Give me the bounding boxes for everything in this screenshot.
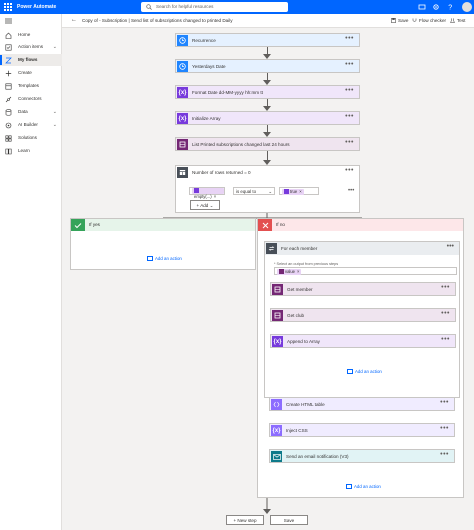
foreach-container: For each member ••• * Select an output f… xyxy=(264,241,460,398)
add-action-button[interactable]: Add an action xyxy=(346,484,381,490)
step-get-club[interactable]: Get club ••• xyxy=(270,308,456,322)
close-icon xyxy=(258,219,272,231)
step-inject-css[interactable]: {x} Inject CSS ••• xyxy=(269,423,455,437)
more-options-icon[interactable]: ••• xyxy=(440,425,449,432)
add-action-button[interactable]: Add an action xyxy=(147,256,182,262)
step-label: Send an email notification (V3) xyxy=(286,454,349,459)
email-icon xyxy=(271,451,282,462)
step-send-email-notification[interactable]: Send an email notification (V3) ••• xyxy=(269,449,455,463)
step-create-html-table[interactable]: Create HTML table ••• xyxy=(269,397,455,411)
step-append-to-array[interactable]: {x} Append to Array ••• xyxy=(270,334,456,348)
foreach-select-label: * Select an output from previous steps xyxy=(274,262,339,266)
loop-icon xyxy=(266,243,277,254)
step-label: Inject CSS xyxy=(286,428,308,433)
if-no-label: If no xyxy=(276,222,285,227)
save-flow-button[interactable]: Save xyxy=(270,515,308,525)
dataverse-icon xyxy=(279,269,284,275)
more-options-icon[interactable]: ••• xyxy=(441,310,450,317)
step-label: Append to Array xyxy=(287,339,320,344)
new-step-button[interactable]: + New step xyxy=(226,515,264,525)
foreach-label: For each member xyxy=(281,246,318,251)
more-options-icon[interactable]: ••• xyxy=(447,243,454,250)
add-action-icon xyxy=(346,484,352,490)
add-action-button[interactable]: Add an action xyxy=(347,369,382,375)
step-label: Get member xyxy=(287,287,313,292)
if-no-header[interactable]: If no xyxy=(258,219,463,231)
chip-text: value xyxy=(285,269,296,274)
if-no-branch: If no For each member ••• * Select an ou… xyxy=(257,218,464,498)
add-action-label: Add an action xyxy=(355,369,382,374)
step-label: Create HTML table xyxy=(286,402,325,407)
add-action-icon xyxy=(147,256,153,262)
check-icon xyxy=(71,219,85,231)
expression-icon: {x} xyxy=(272,336,283,347)
foreach-input[interactable]: value × xyxy=(274,267,457,275)
dataverse-icon xyxy=(272,310,283,321)
step-label: Get club xyxy=(287,313,305,318)
more-options-icon[interactable]: ••• xyxy=(441,284,450,291)
more-options-icon[interactable]: ••• xyxy=(440,399,449,406)
add-action-icon xyxy=(347,369,353,375)
table-icon xyxy=(271,399,282,410)
add-action-label: Add an action xyxy=(155,256,182,261)
if-yes-branch: If yes Add an action xyxy=(70,218,256,270)
more-options-icon[interactable]: ••• xyxy=(441,336,450,343)
expression-icon: {x} xyxy=(271,425,282,436)
if-yes-header[interactable]: If yes xyxy=(71,219,255,231)
step-get-member[interactable]: Get member ••• xyxy=(270,282,456,296)
dataverse-icon xyxy=(272,284,283,295)
value-chip[interactable]: value × xyxy=(277,269,302,275)
close-icon[interactable]: × xyxy=(297,269,299,274)
foreach-header[interactable]: For each member ••• xyxy=(265,242,459,255)
more-options-icon[interactable]: ••• xyxy=(440,451,449,458)
add-action-label: Add an action xyxy=(354,484,381,489)
if-yes-label: If yes xyxy=(89,222,100,227)
